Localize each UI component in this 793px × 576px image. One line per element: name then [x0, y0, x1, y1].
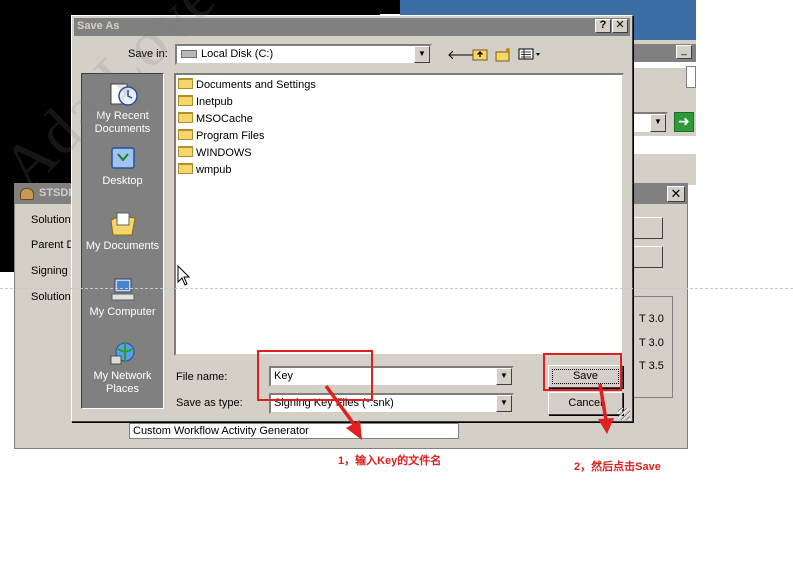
folder-name: WINDOWS	[196, 147, 252, 159]
chevron-down-icon[interactable]: ▼	[496, 395, 512, 412]
file-name-label: File name:	[176, 371, 228, 383]
my-computer-icon	[111, 278, 134, 301]
view-menu-icon[interactable]	[518, 47, 542, 63]
minimize-icon[interactable]: _	[676, 45, 692, 59]
activity-name-field[interactable]: Custom Workflow Activity Generator	[129, 423, 459, 439]
folder-icon	[178, 163, 193, 174]
highlight-save-button	[543, 353, 622, 391]
help-icon[interactable]: ?	[595, 19, 611, 33]
place-my-computer[interactable]: My Computer	[82, 276, 163, 319]
cancel-button[interactable]: Cancel	[548, 392, 623, 415]
folder-icon	[178, 146, 193, 157]
stsdi-button-1[interactable]	[633, 217, 663, 239]
annotation-step2: 2，然后点击Save	[574, 461, 661, 473]
annotation-step1: 1，输入Key的文件名	[338, 455, 442, 467]
folder-icon	[178, 129, 193, 140]
file-list[interactable]: Documents and Settings Inetpub MSOCache …	[174, 73, 624, 356]
place-my-documents[interactable]: My Documents	[82, 210, 163, 253]
stsdi-button-2[interactable]	[633, 246, 663, 268]
folder-item[interactable]: wmpub	[178, 162, 231, 179]
back-arrow-icon[interactable]: 🡐	[447, 47, 482, 63]
place-label: Desktop	[102, 175, 143, 187]
folder-item[interactable]: MSOCache	[178, 111, 253, 128]
place-label: My Documents	[85, 240, 160, 252]
close-icon[interactable]: ✕	[612, 19, 628, 33]
folder-item[interactable]: Documents and Settings	[178, 77, 316, 94]
folder-item[interactable]: Inetpub	[178, 94, 233, 111]
background-text-field[interactable]	[686, 66, 696, 88]
network-places-icon	[110, 342, 134, 365]
stsdi-label-parent: Parent D	[31, 239, 75, 251]
folder-name: Program Files	[196, 130, 265, 142]
place-desktop[interactable]: Desktop	[82, 145, 163, 188]
background-combo[interactable]: ▼	[632, 112, 668, 134]
place-label: My Network Places	[93, 370, 152, 395]
chevron-down-icon[interactable]: ▼	[496, 368, 512, 385]
background-white-panel	[632, 136, 696, 154]
go-arrow-icon[interactable]: ➜	[674, 112, 694, 132]
new-folder-icon[interactable]	[494, 47, 512, 63]
version-option-1[interactable]: T 3.0	[639, 313, 664, 325]
place-network-places[interactable]: My Network Places	[82, 340, 163, 396]
place-label: My Computer	[89, 306, 156, 318]
dashed-guide-line	[0, 288, 793, 289]
folder-icon	[178, 112, 193, 123]
stsdi-label-solution: Solution	[31, 214, 71, 226]
my-documents-icon	[109, 212, 136, 236]
stsdi-label-signing: Signing	[31, 265, 68, 277]
background-window-dark-strip	[380, 0, 400, 14]
up-folder-icon[interactable]	[471, 47, 489, 63]
version-option-2[interactable]: T 3.0	[639, 337, 664, 349]
folder-name: Inetpub	[196, 96, 233, 108]
desktop-icon	[110, 147, 135, 169]
folder-icon	[178, 95, 193, 106]
chevron-down-icon[interactable]: ▼	[650, 114, 666, 132]
save-in-combo[interactable]: Local Disk (C:) ▼	[175, 44, 432, 65]
folder-item[interactable]: Program Files	[178, 128, 264, 145]
version-option-3[interactable]: T 3.5	[639, 360, 664, 372]
save-as-type-label: Save as type:	[176, 397, 243, 409]
resize-grip-icon[interactable]	[618, 408, 630, 420]
chevron-down-icon[interactable]: ▼	[414, 46, 430, 63]
folder-item[interactable]: WINDOWS	[178, 145, 252, 162]
folder-name: Documents and Settings	[196, 79, 316, 91]
save-in-value: Local Disk (C:)	[201, 48, 274, 60]
folder-icon	[178, 78, 193, 89]
stsdi-label-solution-2: Solution	[31, 291, 71, 303]
mouse-cursor-icon	[177, 265, 191, 286]
folder-name: MSOCache	[196, 113, 253, 125]
close-icon[interactable]: ✕	[667, 186, 685, 202]
highlight-file-name	[257, 350, 373, 401]
folder-name: wmpub	[196, 164, 232, 176]
